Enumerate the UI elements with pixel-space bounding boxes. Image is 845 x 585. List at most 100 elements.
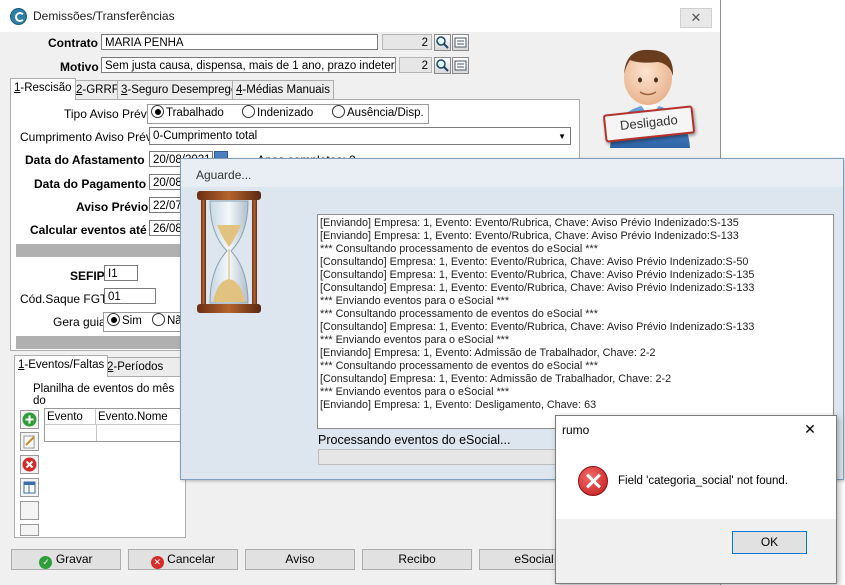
log-line: *** Enviando eventos para o eSocial *** [320,334,510,346]
error-dialog: rumo ✕ Field 'categoria_social' not foun… [555,415,837,584]
tab-rescisao[interactable]: 1-Rescisão [10,78,76,100]
radio-empty-icon [152,313,165,326]
main-title-bar: Demissões/Transferências ✕ [0,0,720,32]
aviso-button[interactable]: Aviso [245,549,355,570]
error-close-button[interactable]: ✕ [802,421,818,438]
log-line: [Enviando] Empresa: 1, Evento: Desligame… [320,399,597,411]
motivo-code-field[interactable]: 2 [399,57,432,73]
gravar-button[interactable]: ✓ Gravar [11,549,121,570]
radio-empty-icon [332,105,345,118]
radio-sim[interactable]: Sim [107,313,142,330]
error-dialog-footer: OK [556,519,836,583]
radio-selected-icon [107,313,120,326]
cumprimento-select[interactable]: 0-Cumprimento total ▼ [149,127,571,145]
gera-guia-radio-group: Sim Nã [103,312,185,332]
log-line: [Consultando] Empresa: 1, Evento: Evento… [320,269,755,281]
saque-fgts-label: Cód.Saque FGTS [20,292,116,306]
motivo-list-button[interactable] [452,57,469,74]
ok-button[interactable]: OK [732,531,807,554]
radio-selected-icon [151,105,164,118]
log-line: [Enviando] Empresa: 1, Evento: Evento/Ru… [320,230,739,242]
cancelar-button[interactable]: ✕ Cancelar [128,549,238,570]
add-event-button[interactable] [20,410,39,429]
contrato-code-field[interactable]: 2 [382,34,432,50]
log-line: *** Consultando processamento de eventos… [320,308,598,320]
eventos-grid[interactable]: Evento Evento.Nome [44,408,186,442]
log-line: *** Enviando eventos para o eSocial *** [320,386,510,398]
edit-icon [23,435,35,449]
cumprimento-label: Cumprimento Aviso Prévio [20,130,162,144]
event-log[interactable]: [Enviando] Empresa: 1, Evento: Evento/Ru… [317,214,834,429]
sub-tab-strip: 1-Eventos/Faltas 2-Períodos Aqu [14,355,184,392]
contrato-list-button[interactable] [452,34,469,51]
log-line: *** Enviando eventos para o eSocial *** [320,295,510,307]
gera-guia-label: Gera guia [53,315,106,329]
afastamento-label: Data do Afastamento [25,153,145,167]
saque-fgts-field[interactable]: 01 [104,288,156,304]
aguarde-title-bar: Aguarde... [181,159,843,187]
eventos-panel: Planilha de eventos do mês do Evento Eve… [14,376,186,538]
log-line: [Consultando] Empresa: 1, Evento: Evento… [320,282,755,294]
log-line: [Enviando] Empresa: 1, Evento: Evento/Ru… [320,217,739,229]
tipo-aviso-label: Tipo Aviso Prévio [64,107,157,121]
magnifier-icon [436,59,449,72]
log-line: [Consultando] Empresa: 1, Evento: Admiss… [320,373,672,385]
section-divider [16,244,189,257]
grid-divider [96,425,97,441]
radio-trabalhado[interactable]: Trabalhado [151,105,224,122]
tipo-aviso-radio-group: Trabalhado Indenizado Ausência/Disp. [147,104,429,124]
sefip-field[interactable]: I1 [104,265,138,281]
recibo-button[interactable]: Recibo [362,549,472,570]
motivo-label: Motivo [60,60,99,74]
app-logo-icon [10,8,27,25]
plus-icon [22,412,37,427]
grid-icon [23,481,36,494]
check-icon: ✓ [39,556,53,569]
hourglass-icon [197,191,261,313]
aguarde-title: Aguarde... [196,168,252,182]
column-header-evento[interactable]: Evento [45,409,96,425]
export-button[interactable] [20,524,39,536]
tab-medias-manuais[interactable]: 4-Médias Manuais [232,80,334,100]
tab-seguro-desemprego[interactable]: 3-Seguro Desemprego [117,80,242,100]
radio-empty-icon [242,105,255,118]
list-icon [454,37,467,48]
avatar: Desligado [590,40,710,150]
list-icon [454,60,467,71]
chevron-down-icon: ▼ [558,132,566,141]
grid-config-button[interactable] [20,478,39,497]
tab-grrf[interactable]: 2-GRRF [72,80,123,100]
close-button[interactable]: ✕ [680,8,712,28]
radio-indenizado[interactable]: Indenizado [242,105,313,122]
aviso-previo-label: Aviso Prévio [76,200,149,214]
log-line: *** Consultando processamento de eventos… [320,360,598,372]
pagamento-label: Data do Pagamento [34,177,147,191]
error-message: Field 'categoria_social' not found. [618,475,788,487]
motivo-field[interactable]: Sem justa causa, dispensa, mais de 1 ano… [101,57,396,73]
delete-icon [22,457,37,472]
motivo-search-button[interactable] [434,57,451,74]
log-line: [Enviando] Empresa: 1, Evento: Admissão … [320,347,656,359]
delete-event-button[interactable] [20,455,39,474]
magnifier-icon [436,36,449,49]
calcular-eventos-label: Calcular eventos até [30,223,147,237]
blank-button[interactable] [20,501,39,520]
contrato-field[interactable]: MARIA PENHA [101,34,378,50]
log-line: [Consultando] Empresa: 1, Evento: Evento… [320,256,749,268]
contrato-label: Contrato [48,36,98,50]
log-line: *** Consultando processamento de eventos… [320,243,598,255]
cancel-icon: ✕ [150,556,164,569]
error-dialog-title: rumo [562,423,590,437]
contrato-search-button[interactable] [434,34,451,51]
radio-nao[interactable]: Nã [152,313,182,330]
tab-periodos-aquisitivos[interactable]: 2-Períodos Aqu [103,357,184,392]
edit-event-button[interactable] [20,432,39,451]
column-header-evento-nome[interactable]: Evento.Nome [96,409,186,425]
main-tab-strip: 1-Rescisão 2-GRRF 3-Seguro Desemprego 4-… [10,78,580,100]
sefip-label: SEFIP [70,269,105,283]
log-line: [Consultando] Empresa: 1, Evento: Evento… [320,321,755,333]
planilha-label: Planilha de eventos do mês do [33,383,175,407]
tab-eventos-faltas[interactable]: 1-Eventos/Faltas [14,355,109,377]
error-icon [578,466,608,496]
radio-ausencia[interactable]: Ausência/Disp. [332,105,424,122]
